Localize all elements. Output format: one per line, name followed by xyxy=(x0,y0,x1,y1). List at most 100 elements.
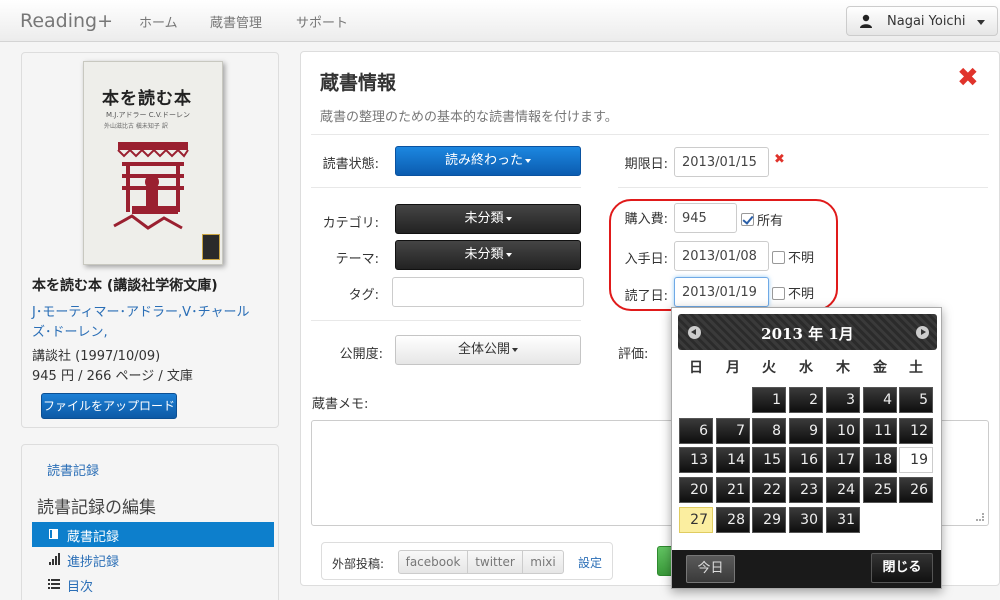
day-cell-22[interactable]: 22 xyxy=(752,477,786,503)
day-cell-1[interactable]: 1 xyxy=(752,387,786,413)
record-nav-panel: 読書記録 読書記録の編集 蔵書記録 進捗記録 目次 xyxy=(21,444,279,600)
divider xyxy=(311,187,581,188)
share-facebook-button[interactable]: facebook xyxy=(398,550,468,574)
status-label: 読書状態: xyxy=(322,157,379,172)
rating-label: 評価: xyxy=(618,347,649,362)
nav-support[interactable]: サポート xyxy=(296,12,348,31)
caret-down-icon xyxy=(512,347,518,352)
datepicker-header: 2013 年 1月 xyxy=(678,314,937,350)
user-icon xyxy=(860,14,872,28)
user-menu-button[interactable]: Nagai Yoichi xyxy=(846,6,998,36)
day-cell-27[interactable]: 27 xyxy=(679,507,713,533)
weekday-label: 日 xyxy=(689,360,703,376)
day-cell-10[interactable]: 10 xyxy=(826,418,860,444)
cover-author: M.J.アドラー C.V.ドーレン xyxy=(106,111,191,119)
day-cell-2[interactable]: 2 xyxy=(789,387,823,413)
day-cell-23[interactable]: 23 xyxy=(789,477,823,503)
clear-due-date-icon[interactable]: ✖ xyxy=(774,152,785,167)
due-date-label: 期限日: xyxy=(624,157,668,172)
nav-item-label: 進捗記録 xyxy=(67,555,120,570)
day-cell-25[interactable]: 25 xyxy=(863,477,897,503)
nav-item-label: 目次 xyxy=(67,580,94,595)
close-datepicker-button[interactable]: 閉じる xyxy=(871,553,933,583)
caret-down-icon xyxy=(977,20,985,25)
visibility-label: 公開度: xyxy=(339,347,383,362)
weekday-label: 水 xyxy=(799,360,813,376)
due-date-input[interactable] xyxy=(674,147,769,177)
day-cell-7[interactable]: 7 xyxy=(716,418,750,444)
day-cell-13[interactable]: 13 xyxy=(679,447,713,473)
brand-logo[interactable]: Reading+ xyxy=(20,10,113,32)
day-cell-4[interactable]: 4 xyxy=(863,387,897,413)
theme-dropdown[interactable]: 未分類 xyxy=(395,240,581,270)
memo-label: 蔵書メモ: xyxy=(312,397,369,412)
datepicker-month-title: 2013 年 1月 xyxy=(761,325,854,343)
caret-down-icon xyxy=(525,158,531,163)
day-cell-17[interactable]: 17 xyxy=(826,447,860,473)
nav-item-library-record[interactable]: 蔵書記録 xyxy=(32,522,274,547)
weekday-label: 月 xyxy=(726,360,740,376)
nav-item-toc[interactable]: 目次 xyxy=(32,572,274,597)
day-cell-18[interactable]: 18 xyxy=(863,447,897,473)
book-title: 本を読む本 (講談社学術文庫) xyxy=(32,278,218,294)
book-publisher: 講談社 (1997/10/09) xyxy=(32,349,161,364)
caret-down-icon xyxy=(505,252,512,257)
day-cell-14[interactable]: 14 xyxy=(716,447,750,473)
day-cell-3[interactable]: 3 xyxy=(826,387,860,413)
datepicker-popup: 2013 年 1月 日月火水木金土 1 2 3 4 5 6 7 8 9 10 11 12 13 14 15 1… xyxy=(671,307,942,589)
book-author-link[interactable]: J･モーティマー･アドラー,V･チャールズ･ドーレン, xyxy=(32,303,268,343)
upload-file-button[interactable]: ファイルをアップロード xyxy=(41,393,177,419)
divider xyxy=(311,134,989,135)
day-cell-21[interactable]: 21 xyxy=(716,477,750,503)
day-cell-16[interactable]: 16 xyxy=(789,447,823,473)
category-label: カテゴリ: xyxy=(322,216,379,231)
day-cell-15[interactable]: 15 xyxy=(752,447,786,473)
day-cell-29[interactable]: 29 xyxy=(752,507,786,533)
list-icon xyxy=(48,579,60,589)
day-cell-28[interactable]: 28 xyxy=(716,507,750,533)
book-icon xyxy=(49,529,58,539)
publisher-logo-icon xyxy=(202,234,220,260)
share-settings-link[interactable]: 設定 xyxy=(578,554,602,571)
day-cell-19[interactable]: 19 xyxy=(899,447,933,473)
day-cell-31[interactable]: 31 xyxy=(826,507,860,533)
nav-item-label: 蔵書記録 xyxy=(67,530,120,545)
today-button[interactable]: 今日 xyxy=(686,555,735,583)
divider xyxy=(311,320,581,321)
day-cell-20[interactable]: 20 xyxy=(679,477,713,503)
nav-home[interactable]: ホーム xyxy=(139,12,178,31)
nav-item-progress-record[interactable]: 進捗記録 xyxy=(32,547,274,572)
day-cell-12[interactable]: 12 xyxy=(899,418,933,444)
cover-illustration xyxy=(113,142,189,230)
tag-input[interactable] xyxy=(392,277,584,307)
resize-grip-icon[interactable] xyxy=(976,513,984,521)
category-value: 未分類 xyxy=(464,211,504,226)
close-icon[interactable]: ✖ xyxy=(957,64,979,92)
theme-label: テーマ: xyxy=(335,252,379,267)
share-twitter-button[interactable]: twitter xyxy=(467,550,523,574)
category-dropdown[interactable]: 未分類 xyxy=(395,204,581,234)
share-label: 外部投稿: xyxy=(332,557,385,571)
visibility-value: 全体公開 xyxy=(457,342,510,357)
day-cell-8[interactable]: 8 xyxy=(752,418,786,444)
day-cell-24[interactable]: 24 xyxy=(826,477,860,503)
weekday-label: 木 xyxy=(836,360,850,376)
cover-translator: 外山滋比古 槇未知子 訳 xyxy=(104,123,168,130)
book-summary-panel: 本を読む本 M.J.アドラー C.V.ドーレン 外山滋比古 槇未知子 訳 本を読… xyxy=(21,52,279,428)
day-cell-30[interactable]: 30 xyxy=(789,507,823,533)
status-dropdown[interactable]: 読み終わった xyxy=(395,146,581,176)
nav-heading: 読書記録の編集 xyxy=(37,498,156,518)
day-cell-26[interactable]: 26 xyxy=(899,477,933,503)
nav-library[interactable]: 蔵書管理 xyxy=(210,12,262,31)
next-month-icon[interactable] xyxy=(916,326,929,339)
share-mixi-button[interactable]: mixi xyxy=(522,550,564,574)
day-cell-5[interactable]: 5 xyxy=(899,387,933,413)
signal-bars-icon xyxy=(49,553,60,565)
day-cell-6[interactable]: 6 xyxy=(679,418,713,444)
day-cell-9[interactable]: 9 xyxy=(789,418,823,444)
theme-value: 未分類 xyxy=(464,247,504,262)
divider xyxy=(618,187,988,188)
reading-record-link[interactable]: 読書記録 xyxy=(47,460,99,479)
visibility-dropdown[interactable]: 全体公開 xyxy=(395,335,581,365)
day-cell-11[interactable]: 11 xyxy=(863,418,897,444)
